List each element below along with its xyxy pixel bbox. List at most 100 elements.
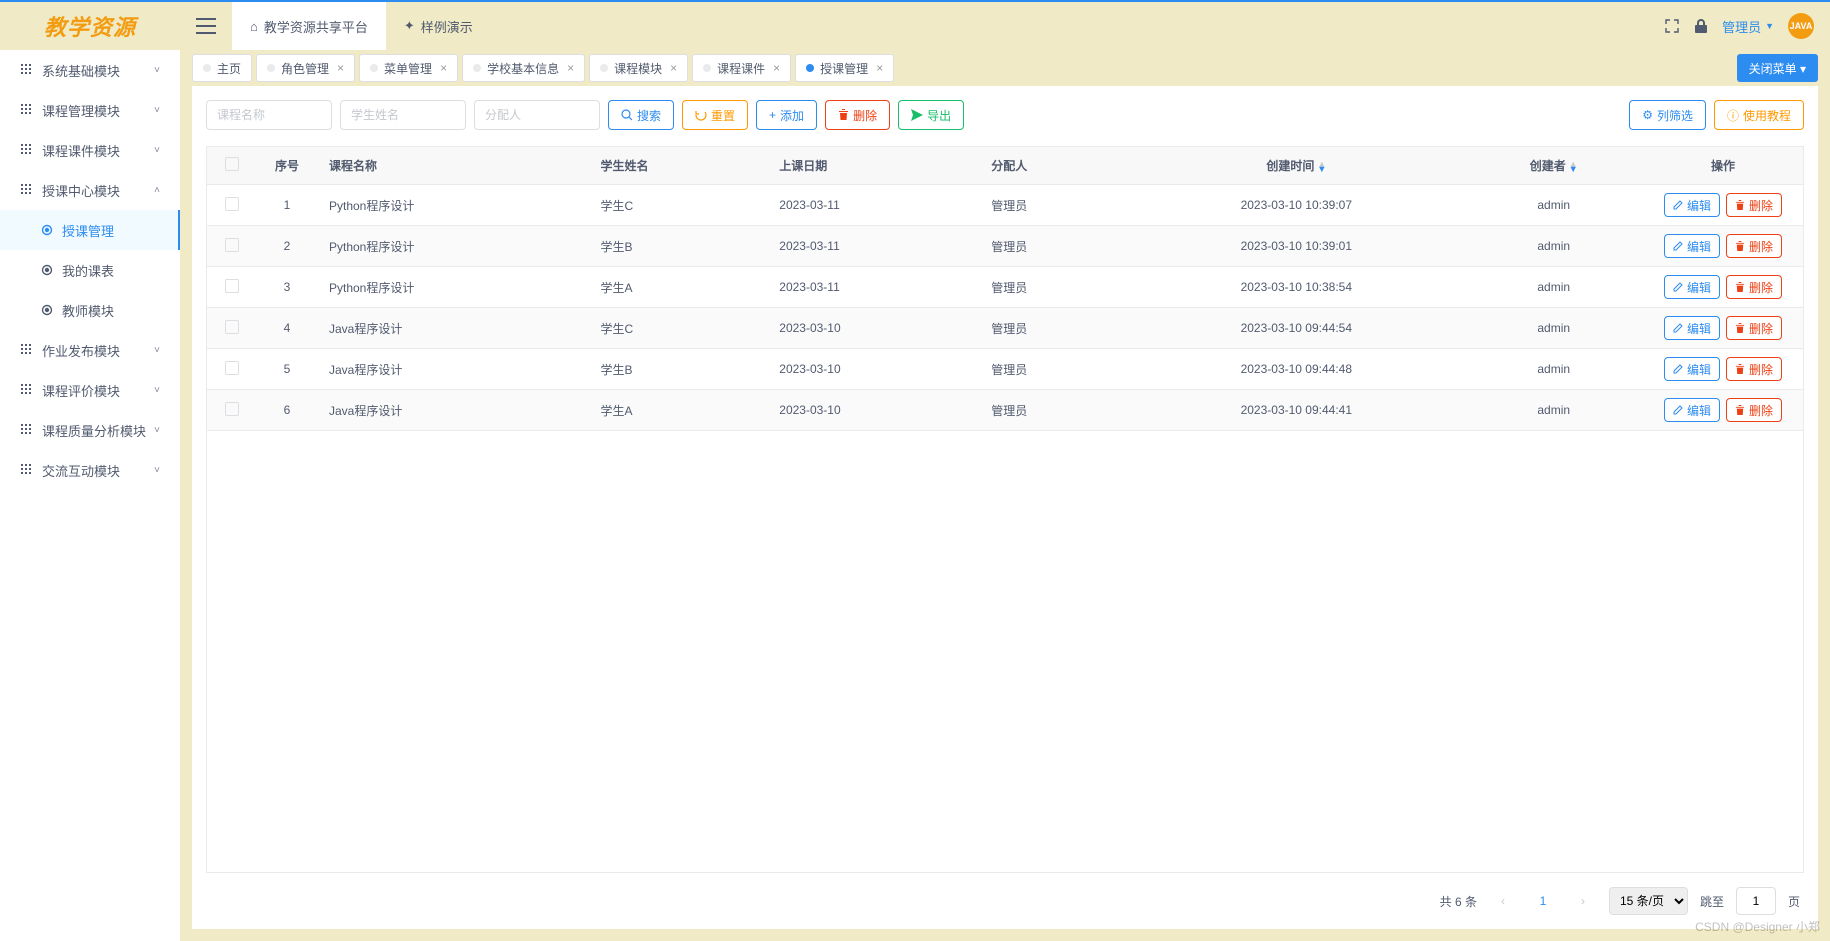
row-checkbox[interactable]: [225, 197, 239, 211]
avatar[interactable]: JAVA: [1788, 13, 1814, 39]
page-number[interactable]: 1: [1529, 887, 1557, 915]
fullscreen-icon[interactable]: [1664, 18, 1680, 34]
chevron-icon: ˄: [154, 185, 160, 196]
row-checkbox[interactable]: [225, 279, 239, 293]
col-seq: 序号: [257, 147, 317, 185]
toolbar: 搜索 重置 + 添加 删除 导出: [206, 100, 1804, 130]
row-delete-button[interactable]: 删除: [1726, 275, 1782, 299]
assignee-input[interactable]: [474, 100, 600, 130]
gear-icon: ⚙: [1642, 108, 1653, 122]
header-tab-demo[interactable]: ✦ 样例演示: [386, 2, 491, 50]
sidebar-subitem[interactable]: 教师模块: [0, 290, 180, 330]
sidebar-subitem[interactable]: 我的课表: [0, 250, 180, 290]
search-button[interactable]: 搜索: [608, 100, 674, 130]
sidebar-subitem[interactable]: 授课管理: [0, 210, 180, 250]
header: ⌂ 教学资源共享平台 ✦ 样例演示 管理员 ▼ JAVA: [180, 2, 1830, 50]
row-checkbox[interactable]: [225, 238, 239, 252]
tab[interactable]: 角色管理×: [256, 54, 355, 82]
table-container: 序号 课程名称 学生姓名 上课日期 分配人 创建时间▲▼ 创建者▲▼ 操作 1P…: [206, 146, 1804, 873]
edit-button[interactable]: 编辑: [1664, 275, 1720, 299]
row-checkbox[interactable]: [225, 402, 239, 416]
sidebar-item[interactable]: 作业发布模块˅: [0, 330, 180, 370]
cell-date: 2023-03-11: [767, 226, 979, 267]
row-checkbox[interactable]: [225, 361, 239, 375]
edit-button[interactable]: 编辑: [1664, 316, 1720, 340]
tab[interactable]: 学校基本信息 ×: [462, 54, 585, 82]
page-size-select[interactable]: 15 条/页: [1609, 887, 1688, 915]
columns-button[interactable]: ⚙ 列筛选: [1629, 100, 1706, 130]
tab-label: 学校基本信息: [487, 60, 559, 77]
close-icon[interactable]: ×: [670, 61, 677, 75]
sidebar-subitem-label: 教师模块: [62, 301, 114, 320]
sidebar-item[interactable]: 授课中心模块˄: [0, 170, 180, 210]
row-delete-button[interactable]: 删除: [1726, 234, 1782, 258]
cell-seq: 2: [257, 226, 317, 267]
sidebar-item-label: 作业发布模块: [42, 341, 154, 360]
sidebar-item[interactable]: 交流互动模块˅: [0, 450, 180, 490]
cell-created-at: 2023-03-10 10:39:01: [1128, 226, 1464, 267]
cell-date: 2023-03-10: [767, 349, 979, 390]
user-dropdown[interactable]: 管理员 ▼: [1722, 17, 1774, 36]
close-icon[interactable]: ×: [337, 61, 344, 75]
edit-button[interactable]: 编辑: [1664, 193, 1720, 217]
edit-button[interactable]: 编辑: [1664, 234, 1720, 258]
tab[interactable]: 课程课件×: [692, 54, 791, 82]
col-created-at[interactable]: 创建时间▲▼: [1128, 147, 1464, 185]
tab[interactable]: 主页: [192, 54, 252, 82]
lock-icon[interactable]: [1694, 18, 1708, 34]
cell-assignee: 管理员: [979, 185, 1128, 226]
col-creator[interactable]: 创建者▲▼: [1464, 147, 1643, 185]
select-all-checkbox[interactable]: [225, 157, 239, 171]
add-button[interactable]: + 添加: [756, 100, 817, 130]
sidebar-item[interactable]: 课程管理模块˅: [0, 90, 180, 130]
cell-student: 学生B: [589, 226, 768, 267]
edit-button[interactable]: 编辑: [1664, 357, 1720, 381]
row-delete-button[interactable]: 删除: [1726, 316, 1782, 340]
row-delete-button[interactable]: 删除: [1726, 357, 1782, 381]
student-input[interactable]: [340, 100, 466, 130]
close-icon[interactable]: ×: [876, 61, 883, 75]
chevron-icon: ˅: [154, 465, 160, 476]
tab[interactable]: 授课管理 ×: [795, 54, 894, 82]
tab-label: 授课管理: [820, 60, 868, 77]
sidebar-item[interactable]: 课程课件模块˅: [0, 130, 180, 170]
tab[interactable]: 课程模块 ×: [589, 54, 688, 82]
chevron-icon: ˅: [154, 105, 160, 116]
cell-creator: admin: [1464, 185, 1643, 226]
prev-page-button[interactable]: ‹: [1489, 887, 1517, 915]
tab-label: 菜单管理: [384, 60, 432, 77]
export-button[interactable]: 导出: [898, 100, 964, 130]
circle-icon: [40, 223, 54, 237]
cell-date: 2023-03-11: [767, 185, 979, 226]
tutorial-button[interactable]: ⓘ 使用教程: [1714, 100, 1804, 130]
course-input[interactable]: [206, 100, 332, 130]
sidebar-subitem-label: 授课管理: [62, 221, 114, 240]
edit-button[interactable]: 编辑: [1664, 398, 1720, 422]
close-menu-button[interactable]: 关闭菜单 ▾: [1737, 54, 1818, 82]
close-icon[interactable]: ×: [773, 61, 780, 75]
tab[interactable]: 菜单管理 ×: [359, 54, 458, 82]
sidebar-item[interactable]: 课程评价模块˅: [0, 370, 180, 410]
col-student: 学生姓名: [589, 147, 768, 185]
cell-course: Python程序设计: [317, 185, 589, 226]
row-checkbox[interactable]: [225, 320, 239, 334]
grid-icon: [20, 423, 34, 437]
chevron-down-icon: ▼: [1765, 21, 1774, 31]
user-name: 管理员: [1722, 17, 1761, 36]
jump-input[interactable]: [1736, 887, 1776, 915]
close-icon[interactable]: ×: [567, 61, 574, 75]
sidebar-item[interactable]: 系统基础模块˅: [0, 50, 180, 90]
sidebar-item[interactable]: 课程质量分析模块˅: [0, 410, 180, 450]
sidebar: 教学资源 系统基础模块˅课程管理模块˅课程课件模块˅授课中心模块˄授课管理我的课…: [0, 2, 180, 941]
close-icon[interactable]: ×: [440, 61, 447, 75]
delete-button[interactable]: 删除: [825, 100, 890, 130]
hamburger-icon[interactable]: [196, 18, 216, 34]
row-delete-button[interactable]: 删除: [1726, 193, 1782, 217]
tab-label: 课程模块: [614, 60, 662, 77]
reset-button[interactable]: 重置: [682, 100, 748, 130]
next-page-button[interactable]: ›: [1569, 887, 1597, 915]
edit-icon: [1673, 241, 1683, 251]
tab-label: 主页: [217, 60, 241, 77]
row-delete-button[interactable]: 删除: [1726, 398, 1782, 422]
header-tab-platform[interactable]: ⌂ 教学资源共享平台: [232, 2, 386, 50]
